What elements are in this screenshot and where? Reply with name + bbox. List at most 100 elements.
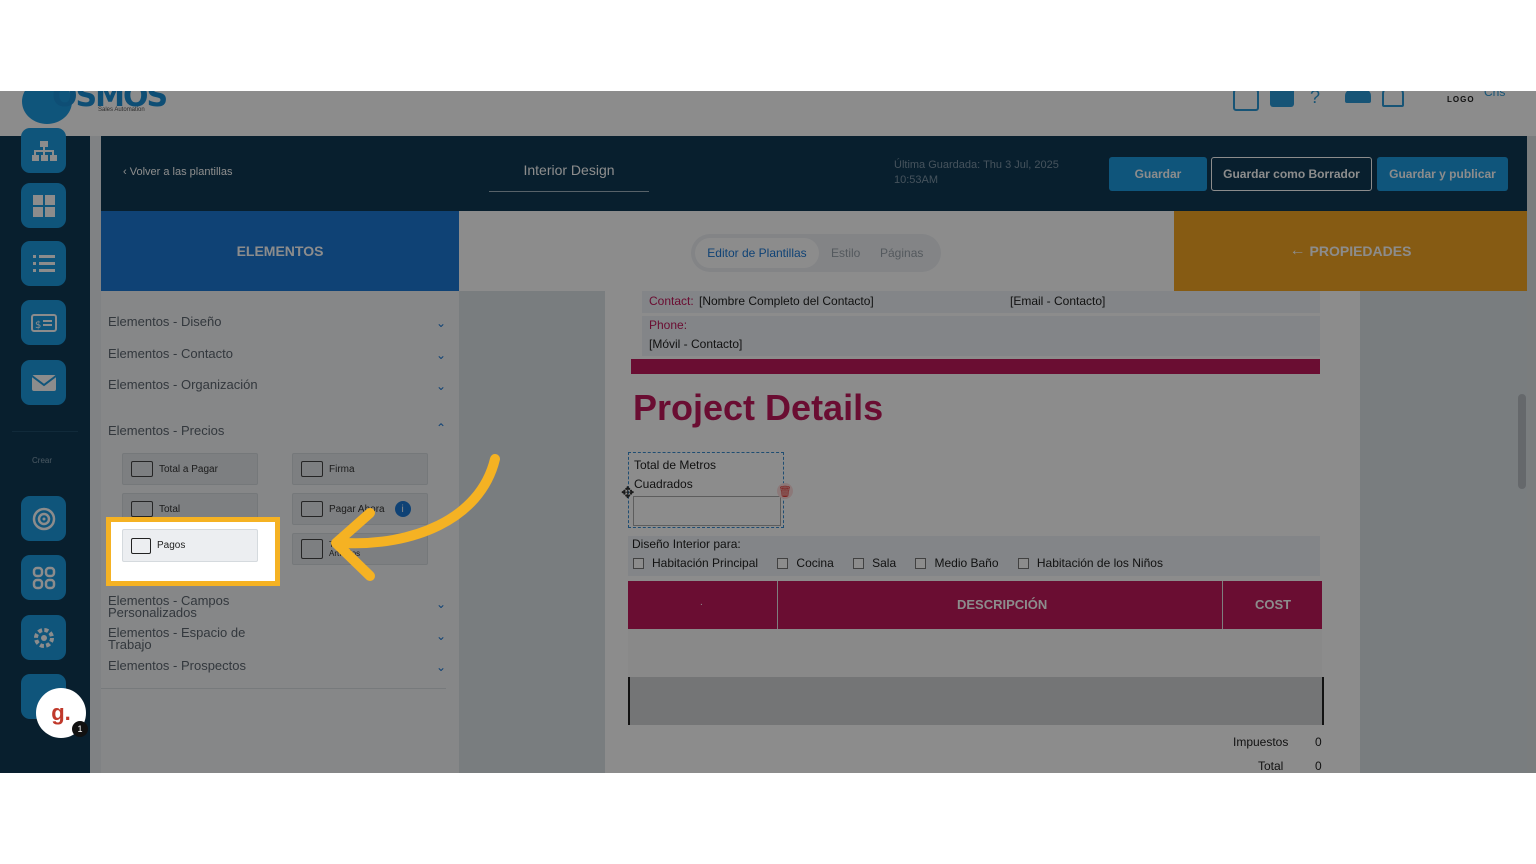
- pointer-arrow-icon: [331, 454, 500, 581]
- checkbox-icon[interactable]: [915, 558, 927, 570]
- pagos-highlight-box: Pagos: [106, 517, 280, 586]
- canvas-scroll-thumb[interactable]: [1518, 394, 1526, 489]
- editor-tabs-bar: Editor de Plantillas Estilo Páginas: [459, 211, 1174, 291]
- table-header-index: .: [700, 597, 703, 608]
- settings-gear-icon[interactable]: [21, 615, 66, 660]
- tab-pages[interactable]: Páginas: [880, 246, 923, 260]
- design-for-label: Diseño Interior para:: [632, 537, 741, 551]
- logo: OSMOS Sales Automation: [22, 91, 168, 129]
- page-scrollbar[interactable]: [1527, 136, 1536, 773]
- table-header-cost: COST: [1255, 597, 1292, 612]
- tax-label: Impuestos: [1233, 735, 1289, 749]
- checkbox-icon[interactable]: [777, 558, 789, 570]
- company-logo: LOGO: [1447, 95, 1475, 104]
- calendar-icon[interactable]: [1233, 91, 1259, 111]
- checkbox-icon[interactable]: [633, 558, 644, 570]
- apps-icon[interactable]: [21, 555, 66, 600]
- table-header-description: DESCRIPCIÓN: [957, 597, 1048, 612]
- bell-icon[interactable]: [1382, 91, 1404, 107]
- option-label: Sala: [872, 556, 897, 570]
- total-value: 0: [1315, 759, 1322, 773]
- properties-label: PROPIEDADES: [1309, 243, 1412, 259]
- back-label: Volver a las plantillas: [129, 166, 233, 178]
- checkbox-medio-bano[interactable]: Medio Baño: [915, 556, 999, 570]
- tab-editor[interactable]: Editor de Plantillas: [695, 238, 819, 268]
- section-contact[interactable]: Elementos - Contacto: [108, 346, 233, 361]
- option-label: Habitación Principal: [652, 556, 759, 570]
- checkbox-cocina[interactable]: Cocina: [777, 556, 834, 570]
- element-pagos[interactable]: Pagos: [122, 529, 258, 562]
- save-draft-button[interactable]: Guardar como Borrador: [1211, 157, 1372, 191]
- element-label: Pagos: [157, 540, 186, 551]
- create-label: Crear: [32, 456, 53, 465]
- sqm-input-block[interactable]: Total de Metros Cuadrados: [628, 452, 784, 528]
- chevron-down-icon[interactable]: ⌄: [436, 348, 446, 362]
- chevron-down-icon[interactable]: ⌄: [436, 597, 446, 611]
- help-icon[interactable]: ?: [1310, 91, 1320, 108]
- invoice-icon[interactable]: $: [21, 300, 66, 345]
- user-menu[interactable]: Chs: [1484, 91, 1505, 99]
- phone-row: [642, 316, 1320, 356]
- logo-tagline: Sales Automation: [98, 107, 145, 113]
- sitemap-icon[interactable]: [21, 128, 66, 173]
- element-label: Total: [159, 503, 181, 515]
- checkbox-habitacion-principal[interactable]: Habitación Principal: [633, 556, 758, 570]
- section-custom-fields[interactable]: Elementos - Campos Personalizados: [108, 594, 268, 619]
- chevron-down-icon[interactable]: ⌄: [436, 379, 446, 393]
- total-pay-icon: [131, 461, 153, 477]
- template-name-field[interactable]: Interior Design: [489, 162, 649, 192]
- section-design[interactable]: Elementos - Diseño: [108, 314, 221, 329]
- save-publish-button[interactable]: Guardar y publicar: [1377, 157, 1508, 191]
- editor-tabs: Editor de Plantillas Estilo Páginas: [691, 234, 941, 272]
- users-icon[interactable]: [1345, 91, 1371, 103]
- chevron-left-icon: ‹: [123, 166, 130, 178]
- chevron-up-icon[interactable]: ⌃: [436, 421, 446, 435]
- chevron-down-icon[interactable]: ⌄: [436, 316, 446, 330]
- phone-field[interactable]: [Móvil - Contacto]: [649, 337, 742, 351]
- contact-email-field[interactable]: [Email - Contacto]: [1010, 294, 1105, 308]
- table-gray-row: [628, 677, 1324, 725]
- arrow-left-icon: ←: [1289, 242, 1306, 259]
- trash-icon[interactable]: 🗑: [777, 483, 793, 499]
- list-icon[interactable]: [21, 241, 66, 286]
- dashboard-grid-icon[interactable]: [21, 183, 66, 228]
- checkbox-habitacion-ninos[interactable]: Habitación de los Niños: [1017, 556, 1163, 570]
- sqm-label: Total de Metros Cuadrados: [634, 458, 717, 491]
- elements-panel-title: ELEMENTOS: [101, 211, 459, 291]
- checkbox-icon[interactable]: [853, 558, 865, 570]
- chevron-down-icon[interactable]: ⌄: [436, 629, 446, 643]
- save-button[interactable]: Guardar: [1109, 157, 1207, 191]
- move-handle-icon[interactable]: ✥: [621, 483, 634, 503]
- element-label: Total a Pagar: [159, 463, 218, 475]
- back-link[interactable]: ‹ Volver a las plantillas: [123, 166, 232, 178]
- tag-icon: [131, 501, 153, 517]
- top-bar: OSMOS Sales Automation ? LOGO Chs: [0, 91, 1536, 136]
- mail-icon[interactable]: [21, 360, 66, 405]
- section-organization[interactable]: Elementos - Organización: [108, 377, 258, 392]
- magenta-divider: [631, 359, 1320, 374]
- design-options: Habitación Principal Cocina Sala Medio B…: [633, 556, 1163, 570]
- section-prices[interactable]: Elementos - Precios: [108, 423, 224, 438]
- linkedin-icon[interactable]: [1270, 91, 1294, 107]
- phone-label: Phone:: [649, 318, 688, 332]
- option-label: Cocina: [796, 556, 834, 570]
- sqm-textarea[interactable]: [633, 496, 781, 526]
- checkbox-icon[interactable]: [1017, 558, 1029, 570]
- tab-style[interactable]: Estilo: [831, 246, 860, 260]
- section-workspace[interactable]: Elementos - Espacio de Trabajo: [108, 626, 268, 651]
- contact-name-field[interactable]: [Nombre Completo del Contacto]: [699, 294, 874, 308]
- element-total-a-pagar[interactable]: Total a Pagar: [122, 453, 258, 485]
- properties-panel-title[interactable]: ← PROPIEDADES: [1174, 211, 1527, 291]
- project-details-title[interactable]: Project Details: [633, 387, 883, 429]
- items-table[interactable]: . DESCRIPCIÓN COST Impuestos 0 Total 0: [628, 581, 1324, 773]
- svg-text:$: $: [35, 320, 41, 331]
- left-nav-rail: $ Crear: [0, 128, 90, 773]
- rail-divider: [12, 431, 78, 432]
- notification-badge: 1: [72, 721, 88, 737]
- chevron-down-icon[interactable]: ⌄: [436, 660, 446, 674]
- contact-label: Contact:: [649, 294, 694, 308]
- target-icon[interactable]: [21, 496, 66, 541]
- editor-header: ‹ Volver a las plantillas Interior Desig…: [101, 136, 1527, 211]
- checkbox-sala[interactable]: Sala: [853, 556, 896, 570]
- section-prospects[interactable]: Elementos - Prospectos: [108, 658, 246, 673]
